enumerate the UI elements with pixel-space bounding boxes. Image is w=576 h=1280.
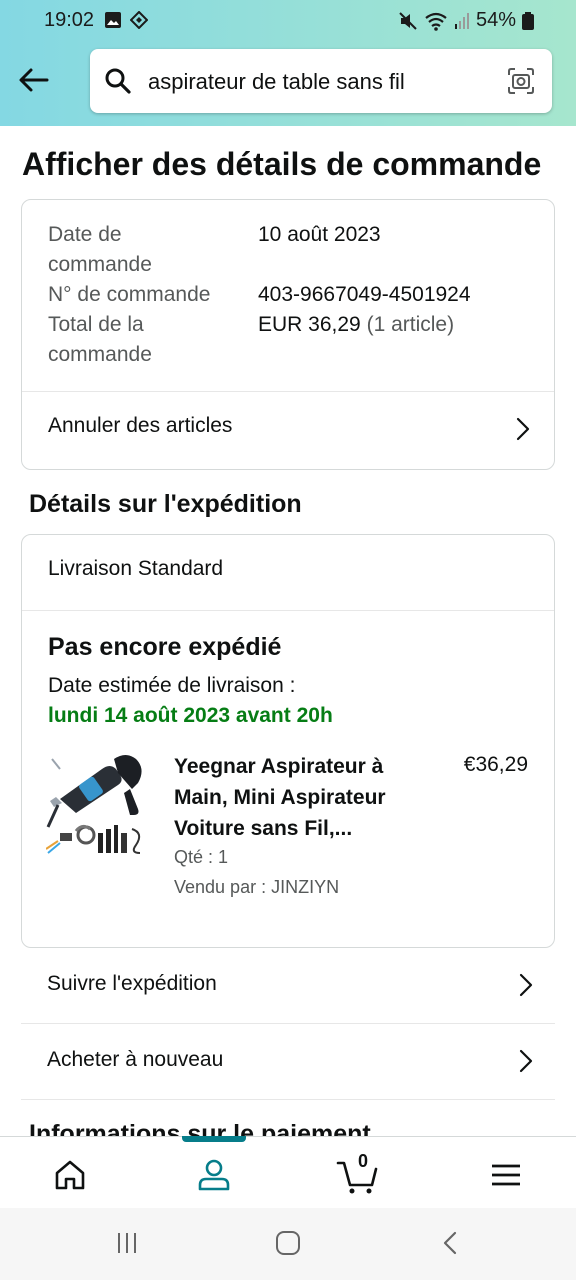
product-quantity: Qté : 1 bbox=[174, 847, 229, 867]
cancel-items-row[interactable]: Annuler des articles bbox=[22, 392, 554, 470]
app-header: 19:02 54% aspirateur de table sans fil bbox=[0, 0, 576, 126]
product-seller: Vendu par : JINZIYN bbox=[174, 877, 340, 897]
active-tab-indicator bbox=[182, 1136, 246, 1142]
track-shipment-label[interactable]: Suivre l'expédition bbox=[47, 972, 217, 996]
menu-icon[interactable] bbox=[486, 1155, 526, 1195]
recent-apps-icon[interactable] bbox=[114, 1230, 140, 1256]
order-number-value: 403-9667049-4501924 bbox=[258, 283, 471, 306]
order-total-items: (1 article) bbox=[366, 313, 455, 336]
chevron-right-icon bbox=[519, 1049, 533, 1073]
order-total-value: EUR 36,29 (1 article) bbox=[258, 310, 454, 340]
cart-count-badge: 0 bbox=[358, 1151, 369, 1171]
chevron-right-icon bbox=[519, 973, 533, 997]
order-date-label: Date de commande bbox=[48, 223, 152, 276]
track-shipment-row[interactable]: Suivre l'expédition bbox=[21, 948, 555, 1024]
order-total-amount: EUR 36,29 bbox=[258, 313, 361, 336]
back-button-icon[interactable] bbox=[438, 1230, 464, 1256]
shipping-type: Livraison Standard bbox=[48, 557, 224, 580]
bottom-navigation: 0 bbox=[0, 1136, 576, 1208]
search-icon[interactable] bbox=[104, 67, 132, 95]
mute-icon bbox=[399, 11, 417, 30]
estimated-delivery-label: Date estimée de livraison : bbox=[48, 674, 296, 697]
status-bar: 19:02 54% bbox=[0, 0, 576, 42]
search-input[interactable]: aspirateur de table sans fil bbox=[148, 69, 405, 95]
shipment-status: Pas encore expédié bbox=[48, 633, 282, 661]
page-title: Afficher des détails de commande bbox=[22, 146, 542, 182]
account-icon[interactable] bbox=[194, 1155, 234, 1195]
signal-icon bbox=[454, 12, 469, 29]
buy-again-label[interactable]: Acheter à nouveau bbox=[47, 1048, 223, 1072]
wifi-icon bbox=[425, 12, 447, 31]
order-date-value: 10 août 2023 bbox=[258, 223, 381, 246]
status-time: 19:02 bbox=[44, 9, 95, 31]
cancel-items-label[interactable]: Annuler des articles bbox=[48, 414, 232, 438]
status-right: 54% bbox=[398, 9, 534, 32]
back-arrow-icon[interactable] bbox=[16, 62, 52, 98]
system-navigation-bar bbox=[0, 1208, 576, 1280]
camera-search-icon[interactable] bbox=[506, 66, 536, 96]
battery-icon bbox=[522, 11, 534, 30]
order-number-label: N° de commande bbox=[48, 283, 211, 306]
product-price: €36,29 bbox=[463, 753, 528, 776]
search-bar[interactable]: aspirateur de table sans fil bbox=[90, 49, 552, 113]
order-summary-card: Date de commande 10 août 2023 N° de comm… bbox=[21, 199, 555, 470]
chevron-right-icon bbox=[516, 417, 530, 441]
divider bbox=[22, 610, 554, 611]
product-title-link[interactable]: Yeegnar Aspirateur à Main, Mini Aspirate… bbox=[174, 751, 424, 844]
order-total-label: Total de la commande bbox=[48, 313, 152, 366]
gallery-icon bbox=[105, 12, 121, 28]
shipping-section-title: Détails sur l'expédition bbox=[29, 490, 302, 518]
shipping-card: Livraison Standard Pas encore expédié Da… bbox=[21, 534, 555, 948]
product-image[interactable] bbox=[46, 749, 152, 857]
home-button-icon[interactable] bbox=[275, 1230, 301, 1256]
binance-icon bbox=[130, 11, 148, 29]
buy-again-row[interactable]: Acheter à nouveau bbox=[21, 1024, 555, 1100]
home-icon[interactable] bbox=[50, 1155, 90, 1195]
estimated-delivery-date: lundi 14 août 2023 avant 20h bbox=[48, 704, 333, 727]
status-notification-icons bbox=[104, 11, 148, 29]
battery-percent: 54% bbox=[475, 9, 516, 31]
